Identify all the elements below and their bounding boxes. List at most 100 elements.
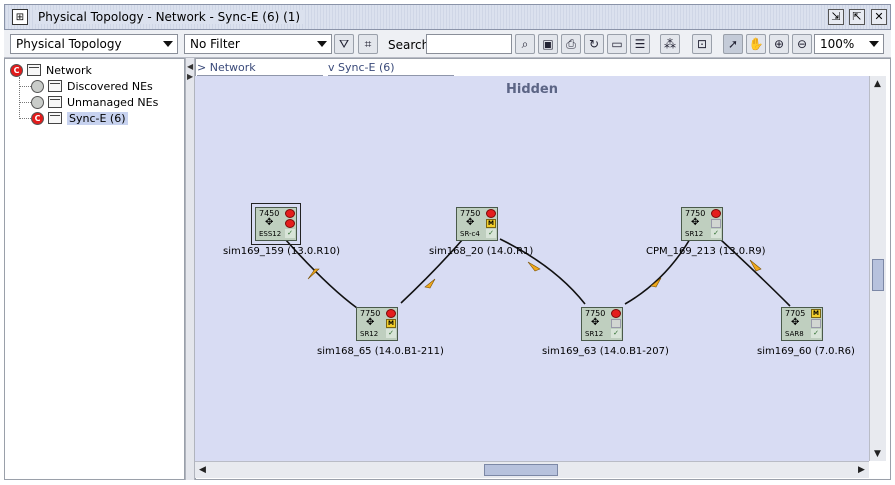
- filter-icon[interactable]: ⛛: [334, 34, 354, 54]
- node-status-indicators: ✓: [711, 209, 721, 239]
- critical-alarm-icon: [486, 209, 496, 218]
- router-icon: ✥: [265, 217, 274, 228]
- view-select[interactable]: Physical Topology: [10, 34, 178, 54]
- filter-edit-icon[interactable]: ⌗: [358, 34, 378, 54]
- expand-right-icon[interactable]: ▶: [187, 72, 193, 81]
- topology-links: [284, 238, 791, 309]
- status-unknown-icon: [811, 319, 821, 328]
- window-icon[interactable]: ▭: [607, 34, 627, 54]
- search-label: Search: [388, 38, 430, 52]
- scroll-thumb[interactable]: [484, 464, 558, 476]
- scroll-thumb[interactable]: [872, 259, 884, 291]
- folder-icon: [48, 96, 62, 108]
- close-icon[interactable]: ✕: [871, 9, 887, 25]
- breadcrumb-sync-e[interactable]: v Sync-E (6): [328, 60, 454, 76]
- folder-icon: [48, 112, 62, 124]
- critical-alarm-icon: C: [10, 63, 23, 77]
- network-element-node[interactable]: 7750 ✥ SR12 ✓: [681, 207, 723, 241]
- scroll-left-icon[interactable]: ◀: [195, 462, 210, 477]
- pointer-icon[interactable]: ➚: [723, 34, 743, 54]
- tree-item-network[interactable]: C Network: [10, 62, 92, 78]
- critical-alarm-icon: [285, 209, 295, 218]
- topology-canvas[interactable]: Hidden 7450 ✥ ESS12 ✓ sim169_159 (13.0.R…: [195, 76, 869, 461]
- tree-item-sync-e[interactable]: C Sync-E (6): [31, 110, 128, 126]
- zoom-select-value: 100%: [820, 37, 855, 51]
- status-unknown-icon: [711, 219, 721, 228]
- tree-item-label: Unmanaged NEs: [67, 95, 159, 109]
- scroll-up-icon[interactable]: ▲: [870, 76, 885, 91]
- zoom-in-icon[interactable]: ⊕: [769, 34, 789, 54]
- tree-item-unmanaged-nes[interactable]: Unmanaged NEs: [31, 94, 158, 110]
- window-title: Physical Topology - Network - Sync-E (6)…: [35, 10, 304, 24]
- maintenance-icon: M: [486, 219, 496, 228]
- folder-icon: [27, 64, 41, 76]
- network-element-node[interactable]: 7750 ✥ SR12 ✓: [581, 307, 623, 341]
- filter-select[interactable]: No Filter: [184, 34, 332, 54]
- critical-alarm-icon: [611, 309, 621, 318]
- zoom-out-icon[interactable]: ⊖: [792, 34, 812, 54]
- node-status-indicators: ✓: [285, 209, 295, 239]
- node-label: sim168_65 (14.0.B1-211): [317, 346, 444, 357]
- horizontal-scrollbar[interactable]: ◀ ▶: [195, 461, 869, 478]
- node-label: sim169_60 (7.0.R6): [757, 346, 855, 357]
- sync-direction-arrow-icon: [527, 261, 541, 272]
- network-element-node[interactable]: 7750 ✥ SR12 M ✓: [356, 307, 398, 341]
- network-element-node[interactable]: 7450 ✥ ESS12 ✓: [251, 203, 301, 245]
- window-titlebar: ⊞ Physical Topology - Network - Sync-E (…: [4, 4, 891, 30]
- save-icon[interactable]: ▣: [538, 34, 558, 54]
- critical-alarm-icon: [285, 219, 295, 228]
- critical-alarm-icon: [711, 209, 721, 218]
- network-element-node[interactable]: 7750 ✥ SR-c4 M ✓: [456, 207, 498, 241]
- breadcrumb-network[interactable]: > Network: [197, 60, 323, 76]
- node-type: SR12: [360, 330, 379, 338]
- print-icon[interactable]: ⎙: [561, 34, 581, 54]
- network-element-node[interactable]: 7705 ✥ SAR8 M ✓: [781, 307, 823, 341]
- vertical-scrollbar[interactable]: ▲ ▼: [869, 76, 886, 461]
- node-label: sim169_63 (14.0.B1-207): [542, 346, 669, 357]
- node-type: SR-c4: [460, 230, 480, 238]
- router-icon: ✥: [366, 317, 375, 328]
- node-type: SAR8: [785, 330, 804, 338]
- node-status-indicators: M ✓: [486, 209, 496, 239]
- sync-direction-arrow-icon: [424, 278, 436, 289]
- maximize-icon[interactable]: ⇱: [849, 9, 865, 25]
- check-icon: ✓: [386, 329, 396, 338]
- topology-window-icon[interactable]: ⊞: [12, 9, 28, 25]
- check-icon: ✓: [711, 229, 721, 238]
- tree-item-label: Discovered NEs: [67, 79, 153, 93]
- node-label: CPM_169_213 (13.0.R9): [646, 246, 766, 257]
- chevron-right-icon: >: [197, 61, 207, 74]
- check-icon: ✓: [811, 329, 821, 338]
- find-icon[interactable]: ⌕: [515, 34, 535, 54]
- status-unknown-icon: [611, 319, 621, 328]
- view-select-value: Physical Topology: [16, 37, 122, 51]
- node-label: sim169_159 (13.0.R10): [223, 246, 341, 257]
- chevron-down-icon: [317, 41, 327, 47]
- collapse-left-icon[interactable]: ◀: [187, 62, 193, 71]
- tree-item-label: Network: [46, 63, 92, 77]
- fit-icon[interactable]: ⊡: [692, 34, 712, 54]
- panel-splitter[interactable]: ◀ ▶: [185, 58, 195, 480]
- refresh-icon[interactable]: ↻: [584, 34, 604, 54]
- search-input[interactable]: [426, 34, 512, 54]
- node-type: SR12: [685, 230, 704, 238]
- check-icon: ✓: [285, 229, 295, 238]
- node-status-indicators: M ✓: [811, 309, 821, 339]
- restore-icon[interactable]: ⇲: [828, 9, 844, 25]
- scroll-right-icon[interactable]: ▶: [854, 462, 869, 477]
- properties-icon[interactable]: ☰: [630, 34, 650, 54]
- scroll-down-icon[interactable]: ▼: [870, 446, 885, 461]
- toolbar: Physical Topology No Filter ⛛ ⌗ Search ⌕…: [4, 30, 891, 58]
- folder-icon: [48, 80, 62, 92]
- chevron-down-icon: [869, 41, 879, 47]
- node-type: ESS12: [259, 230, 282, 238]
- layout-icon[interactable]: ⁂: [660, 34, 680, 54]
- tree-item-label: Sync-E (6): [67, 111, 128, 125]
- tree-item-discovered-nes[interactable]: Discovered NEs: [31, 78, 153, 94]
- pan-hand-icon[interactable]: ✋: [746, 34, 766, 54]
- check-icon: ✓: [486, 229, 496, 238]
- sync-direction-arrow-icon: [650, 277, 662, 288]
- zoom-select[interactable]: 100%: [814, 34, 884, 54]
- tree-connector: [19, 86, 31, 87]
- router-icon: ✥: [466, 217, 475, 228]
